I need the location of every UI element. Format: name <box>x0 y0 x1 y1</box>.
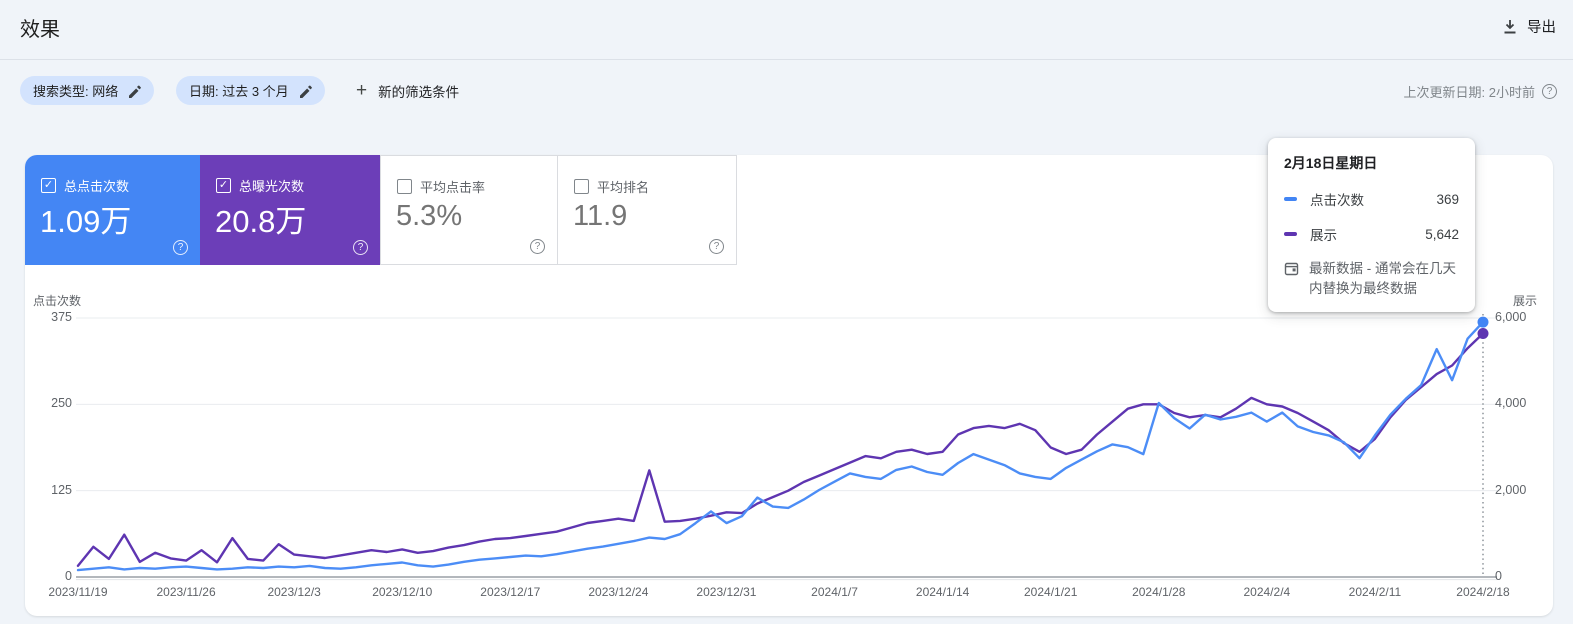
impressions-hover-dot <box>1477 327 1489 339</box>
tooltip-impressions-label: 展示 <box>1310 228 1337 243</box>
x-axis-tick-label: 2024/1/14 <box>915 585 970 599</box>
edit-pencil-icon[interactable] <box>298 84 312 98</box>
tooltip-clicks-label: 点击次数 <box>1310 193 1364 208</box>
tooltip-impressions-value: 5,642 <box>1425 226 1459 242</box>
clicks-hover-dot <box>1477 316 1489 328</box>
left-axis-tick-label: 250 <box>51 396 72 411</box>
impressions-series-dash-icon <box>1284 232 1297 236</box>
plus-icon: + <box>356 80 368 101</box>
x-axis-tick-label: 2023/11/19 <box>48 585 108 599</box>
export-label: 导出 <box>1527 20 1556 36</box>
date-filter-chip[interactable]: 日期: 过去 3 个月 <box>176 76 325 105</box>
tooltip-note-text: 最新数据 - 通常会在几天内替换为最终数据 <box>1309 261 1456 296</box>
x-axis-tick-label: 2023/12/10 <box>372 585 433 599</box>
x-axis-tick-label: 2024/2/18 <box>1456 585 1510 599</box>
impressions-line-series <box>76 332 1485 567</box>
page-title: 效果 <box>20 19 60 41</box>
clicks-series-dash-icon <box>1284 197 1297 201</box>
date-chip-label: 日期: 过去 3 个月 <box>189 84 289 99</box>
left-axis-tick-label: 375 <box>51 310 72 324</box>
x-axis-tick-label: 2024/1/7 <box>811 585 858 599</box>
right-axis-tick-label: 6,000 <box>1495 310 1527 324</box>
download-icon <box>1502 19 1518 35</box>
x-axis-tick-label: 2023/12/17 <box>480 585 541 599</box>
add-filter-button[interactable]: + 新的筛选条件 <box>356 76 459 105</box>
edit-pencil-icon[interactable] <box>127 84 142 98</box>
last-updated-text: 上次更新日期: 2小时前 <box>1403 85 1535 100</box>
search-console-performance-page: 效果 导出 搜索类型: 网络 日期: 过去 3 个月 + 新的筛选条件 上次更新… <box>0 0 1573 624</box>
add-filter-label: 新的筛选条件 <box>378 84 460 100</box>
right-axis-tick-label: 0 <box>1495 569 1502 583</box>
search-type-filter-chip[interactable]: 搜索类型: 网络 <box>20 76 155 105</box>
x-axis-tick-label: 2023/11/26 <box>156 585 216 599</box>
tooltip-date: 2月18日星期日 <box>1284 155 1378 171</box>
x-axis-tick-label: 2024/2/4 <box>1243 585 1291 599</box>
tooltip-clicks-value: 369 <box>1436 191 1459 207</box>
search-type-chip-label: 搜索类型: 网络 <box>33 84 119 99</box>
last-updated-status: 上次更新日期: 2小时前 ? <box>1404 82 1557 101</box>
tooltip-row-impressions: 展示 5,642 <box>1284 224 1459 244</box>
left-axis-tick-label: 0 <box>65 569 72 583</box>
export-button[interactable]: 导出 <box>1502 16 1556 37</box>
right-axis-tick-label: 4,000 <box>1495 396 1527 411</box>
x-axis-tick-label: 2023/12/24 <box>588 585 649 599</box>
x-axis-tick-label: 2024/1/21 <box>1023 585 1078 599</box>
x-axis-tick-label: 2023/12/3 <box>267 585 321 599</box>
x-axis-tick-label: 2024/1/28 <box>1132 585 1186 599</box>
left-axis-tick-label: 125 <box>51 482 72 497</box>
chart-tooltip: 2月18日星期日 点击次数 369 展示 5,642 最新数据 - 通常会在几天… <box>1268 138 1475 313</box>
x-axis-tick-label: 2024/2/11 <box>1348 585 1402 599</box>
right-axis-tick-label: 2,000 <box>1495 482 1527 497</box>
tooltip-fresh-data-note: 最新数据 - 通常会在几天内替换为最终数据 <box>1284 259 1459 298</box>
header-divider <box>0 59 1573 60</box>
calendar-icon <box>1284 262 1299 276</box>
clicks-line-series <box>76 320 1485 572</box>
help-icon[interactable]: ? <box>1542 84 1557 99</box>
x-axis-tick-label: 2023/12/31 <box>696 585 757 599</box>
tooltip-row-clicks: 点击次数 369 <box>1284 189 1459 209</box>
